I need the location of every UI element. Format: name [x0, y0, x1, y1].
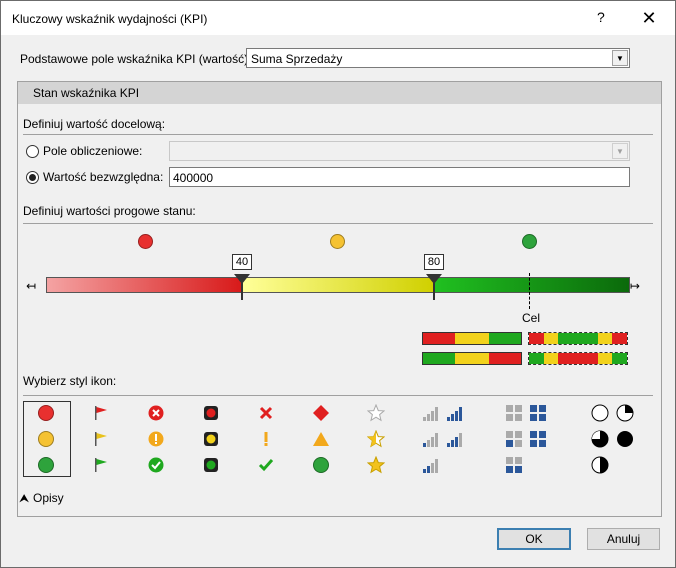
- check-mark-icon[interactable]: [256, 455, 276, 475]
- calculated-field-radio[interactable]: [26, 145, 39, 158]
- target-label: Definiuj wartość docelową:: [23, 117, 166, 131]
- cancel-button[interactable]: Anuluj: [587, 528, 660, 550]
- traffic-light-red-icon[interactable]: [201, 403, 221, 423]
- left-arrow-icon: ↤: [26, 279, 37, 293]
- order-green-yellow-red[interactable]: [422, 352, 522, 365]
- panel-header: Stan wskaźnika KPI: [18, 82, 661, 104]
- signal-bars-three-icon[interactable]: [445, 429, 465, 449]
- absolute-value-input[interactable]: 400000: [169, 167, 630, 187]
- target-marker-label: Cel: [522, 311, 541, 325]
- calculated-field-dropdown[interactable]: ▼: [169, 141, 630, 161]
- boxes-one-icon[interactable]: [504, 403, 524, 423]
- yellow-triangle-icon[interactable]: [311, 429, 331, 449]
- thresholds-label: Definiuj wartości progowe stanu:: [23, 204, 196, 218]
- circle-yellow-icon[interactable]: [36, 429, 56, 449]
- target-marker-line: [529, 273, 530, 309]
- circle-green-icon[interactable]: [36, 455, 56, 475]
- pie-quarter-icon[interactable]: [615, 403, 635, 423]
- half-star-icon[interactable]: [366, 429, 386, 449]
- x-mark-icon[interactable]: [256, 403, 276, 423]
- flag-green-icon[interactable]: [91, 455, 111, 475]
- kpi-status-panel: Stan wskaźnika KPI Definiuj wartość doce…: [17, 81, 662, 517]
- threshold-high-box[interactable]: 80: [424, 254, 444, 270]
- pie-full-icon[interactable]: [615, 429, 635, 449]
- circled-check-icon[interactable]: [146, 455, 166, 475]
- base-field-dropdown[interactable]: Suma Sprzedaży ▼: [246, 48, 630, 68]
- pie-three-quarter-icon[interactable]: [590, 429, 610, 449]
- status-green-dot: [522, 234, 537, 249]
- right-arrow-icon: ↦: [630, 279, 641, 293]
- red-diamond-icon[interactable]: [311, 403, 331, 423]
- target-separator: [23, 134, 653, 135]
- order-red-yellow-green-yellow-red[interactable]: [528, 332, 628, 345]
- circled-x-icon[interactable]: [146, 403, 166, 423]
- absolute-value-label[interactable]: Wartość bezwzględna:: [43, 170, 163, 184]
- bar-yellow-segment: [242, 277, 434, 293]
- descriptions-expander[interactable]: Opisy: [33, 491, 64, 505]
- thresholds-separator: [23, 223, 653, 224]
- calculated-field-label[interactable]: Pole obliczeniowe:: [43, 144, 142, 158]
- pie-half-icon[interactable]: [590, 455, 610, 475]
- close-button[interactable]: ✕: [638, 7, 660, 29]
- bar-red-segment: [46, 277, 242, 293]
- pie-empty-icon[interactable]: [590, 403, 610, 423]
- kpi-dialog: Kluczowy wskaźnik wydajności (KPI) ? ✕ P…: [0, 0, 676, 568]
- absolute-value-text: 400000: [173, 171, 214, 185]
- flag-yellow-icon[interactable]: [91, 429, 111, 449]
- panel-header-title: Stan wskaźnika KPI: [33, 86, 140, 100]
- chevron-down-icon[interactable]: ▼: [612, 143, 628, 159]
- base-field-label: Podstawowe pole wskaźnika KPI (wartość):: [20, 52, 252, 66]
- boxes-partial-icon[interactable]: [504, 429, 524, 449]
- icon-style-label: Wybierz styl ikon:: [23, 374, 117, 388]
- full-star-icon[interactable]: [366, 455, 386, 475]
- dialog-body: Podstawowe pole wskaźnika KPI (wartość):…: [1, 35, 675, 567]
- absolute-value-radio[interactable]: [26, 171, 39, 184]
- order-green-yellow-red-yellow-green[interactable]: [528, 352, 628, 365]
- threshold-low-slider[interactable]: [232, 272, 252, 302]
- circled-exclamation-icon[interactable]: [146, 429, 166, 449]
- green-circle-icon[interactable]: [311, 455, 331, 475]
- boxes-three-icon[interactable]: [528, 429, 548, 449]
- signal-bars-two-icon[interactable]: [421, 455, 441, 475]
- status-red-dot: [138, 234, 153, 249]
- traffic-light-green-icon[interactable]: [201, 455, 221, 475]
- traffic-light-yellow-icon[interactable]: [201, 429, 221, 449]
- threshold-high-slider[interactable]: [424, 272, 444, 302]
- chevron-down-icon[interactable]: ▼: [612, 50, 628, 66]
- order-red-yellow-green[interactable]: [422, 332, 522, 345]
- signal-bars-low-icon[interactable]: [421, 403, 441, 423]
- flag-red-icon[interactable]: [91, 403, 111, 423]
- exclamation-icon[interactable]: [256, 429, 276, 449]
- title-bar: Kluczowy wskaźnik wydajności (KPI) ? ✕: [1, 1, 675, 35]
- dialog-title: Kluczowy wskaźnik wydajności (KPI): [12, 12, 208, 26]
- help-button[interactable]: ?: [597, 9, 605, 25]
- circle-red-icon[interactable]: [36, 403, 56, 423]
- expand-chevron-icon[interactable]: ⮝: [19, 491, 29, 506]
- signal-bars-one-icon[interactable]: [421, 429, 441, 449]
- empty-star-icon[interactable]: [366, 403, 386, 423]
- icon-style-separator: [23, 395, 653, 396]
- signal-bars-full-icon[interactable]: [445, 403, 465, 423]
- ok-button[interactable]: OK: [497, 528, 571, 550]
- threshold-low-box[interactable]: 40: [232, 254, 252, 270]
- boxes-full-icon[interactable]: [528, 403, 548, 423]
- boxes-two-icon[interactable]: [504, 455, 524, 475]
- base-field-value: Suma Sprzedaży: [251, 52, 343, 66]
- bar-green-segment: [434, 277, 630, 293]
- status-yellow-dot: [330, 234, 345, 249]
